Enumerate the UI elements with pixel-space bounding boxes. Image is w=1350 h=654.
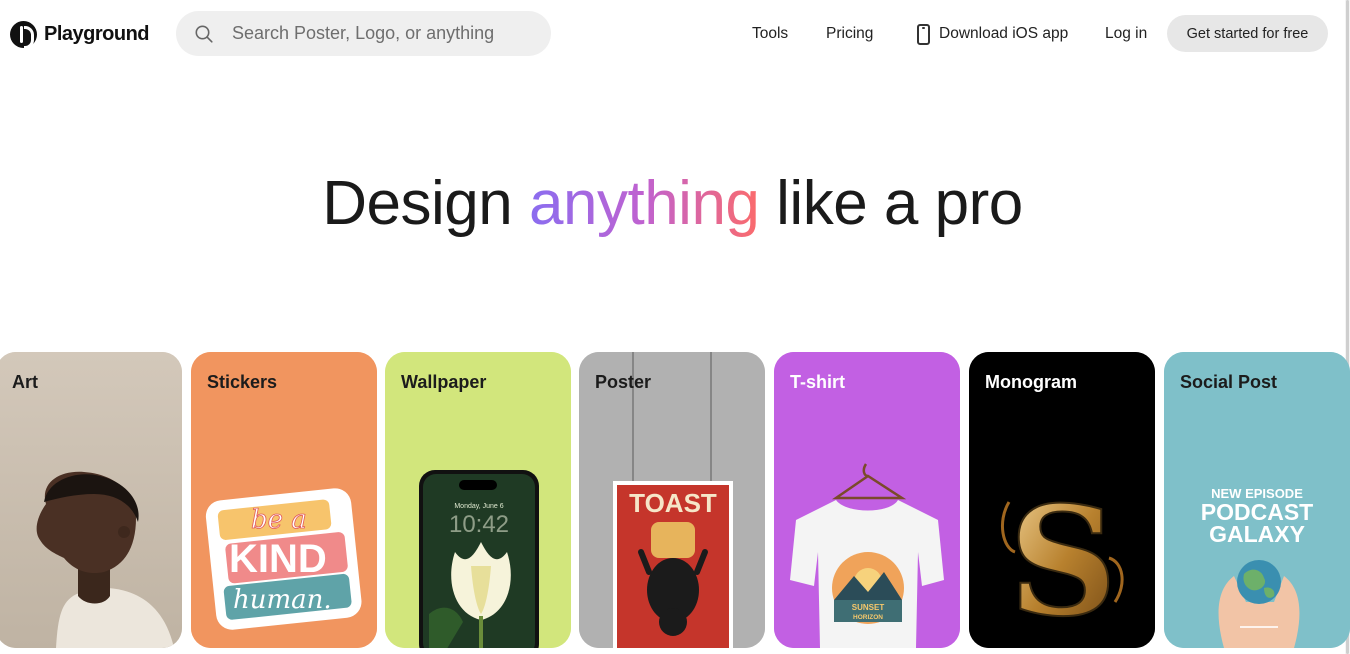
category-label: Poster [595, 372, 652, 392]
hero-text-anything: anything [529, 169, 760, 238]
svg-text:TOAST: TOAST [629, 488, 717, 518]
brand-logo[interactable]: Playground [10, 20, 150, 49]
phone-icon [917, 23, 930, 45]
search-icon [195, 25, 213, 43]
sticker-illustration: be a KIND human. [191, 352, 377, 648]
social-post-illustration: NEW EPISODE PODCAST GALAXY [1164, 352, 1350, 648]
hero-text-design: Design [322, 169, 513, 238]
brand-name: Playground [44, 22, 150, 45]
download-ios-app-link[interactable]: Download iOS app [917, 0, 1068, 68]
search-input[interactable] [232, 11, 532, 56]
svg-text:S: S [1009, 474, 1117, 648]
category-card-social-post[interactable]: NEW EPISODE PODCAST GALAXY Social Post [1164, 352, 1350, 648]
portrait-illustration [0, 352, 182, 648]
svg-text:Monday, June 6: Monday, June 6 [454, 503, 503, 510]
search-bar[interactable] [176, 11, 551, 56]
get-started-button[interactable]: Get started for free [1167, 15, 1328, 52]
category-card-monogram[interactable]: S Monogram [969, 352, 1155, 648]
category-card-stickers[interactable]: be a KIND human. Stickers [191, 352, 377, 648]
top-navigation-bar: Playground Tools Pricing Download iOS ap… [0, 0, 1350, 68]
category-label: Monogram [985, 372, 1077, 392]
login-link[interactable]: Log in [1105, 0, 1147, 68]
svg-text:SUNSET: SUNSET [852, 603, 885, 612]
category-card-art[interactable]: Art [0, 352, 182, 648]
svg-text:HORIZON: HORIZON [853, 614, 883, 621]
phone-wallpaper-illustration: Monday, June 6 10:42 [385, 352, 571, 648]
nav-pricing-link[interactable]: Pricing [826, 0, 873, 68]
svg-text:10:42: 10:42 [449, 511, 509, 538]
hero-headline: Design anything like a pro [0, 168, 1345, 239]
hero-text-like-a-pro: like a pro [776, 169, 1023, 238]
playground-logo-icon [10, 20, 37, 49]
category-label: Social Post [1180, 372, 1278, 392]
category-label: Wallpaper [401, 372, 487, 392]
category-card-poster[interactable]: TOAST Poster [579, 352, 765, 648]
category-label: Art [12, 372, 38, 392]
svg-text:be a: be a [251, 505, 307, 535]
category-label: T-shirt [790, 372, 846, 392]
category-card-wallpaper[interactable]: Monday, June 6 10:42 Wallpaper [385, 352, 571, 648]
nav-tools-link[interactable]: Tools [752, 0, 788, 68]
svg-text:KIND: KIND [229, 537, 327, 581]
monogram-illustration: S [969, 352, 1155, 648]
hanging-poster-illustration: TOAST [579, 352, 765, 648]
category-label: Stickers [207, 372, 278, 392]
svg-text:human.: human. [233, 585, 332, 615]
svg-text:GALAXY: GALAXY [1209, 521, 1305, 547]
tshirt-illustration: SUNSET HORIZON [774, 352, 960, 648]
category-card-tshirt[interactable]: SUNSET HORIZON T-shirt [774, 352, 960, 648]
download-ios-app-label: Download iOS app [939, 25, 1069, 42]
